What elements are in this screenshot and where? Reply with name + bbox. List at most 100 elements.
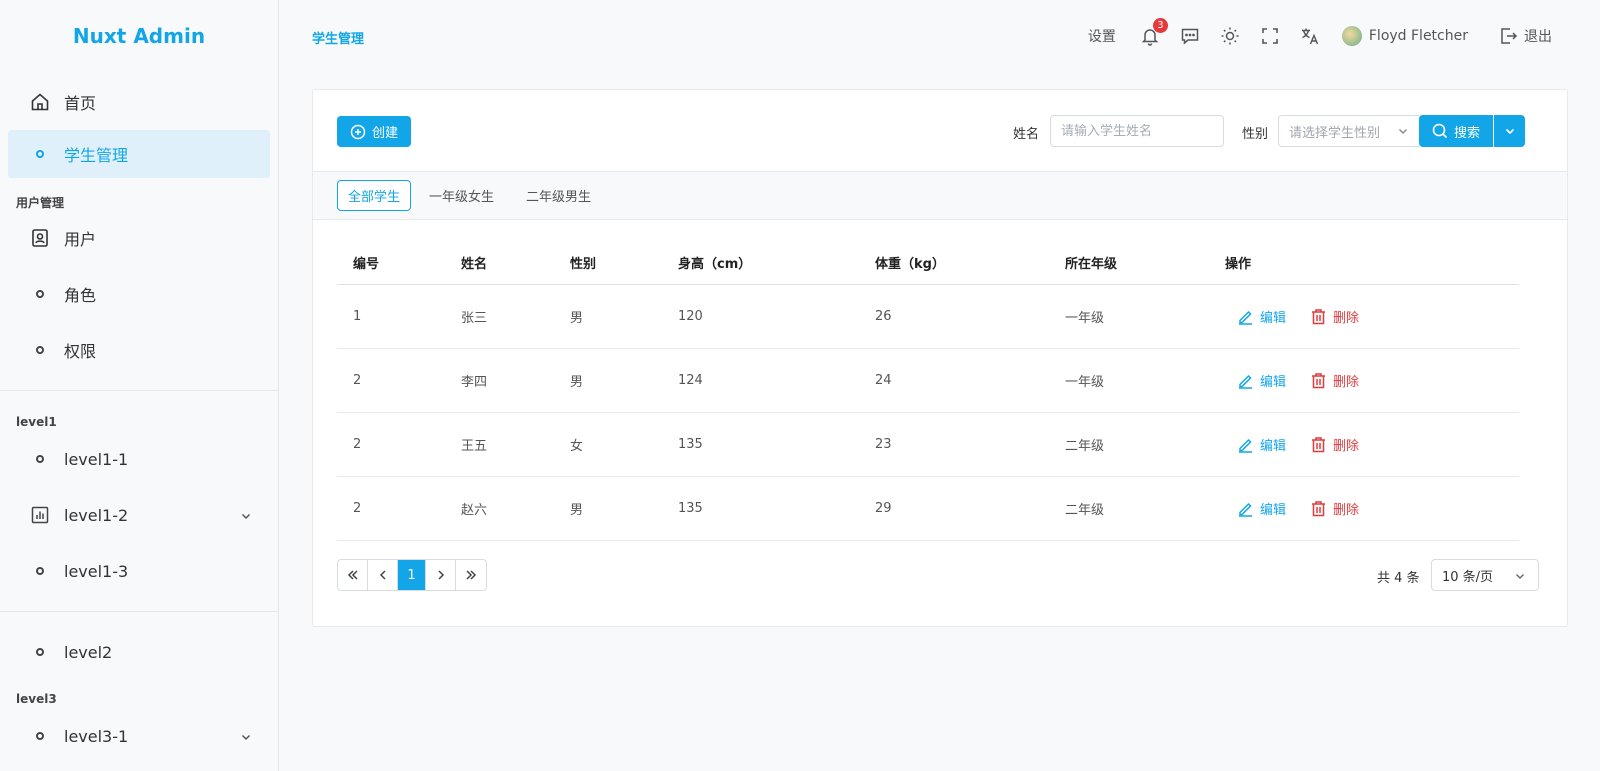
sidebar-group-title: level3 <box>16 692 57 706</box>
column-header: 身高（cm） <box>678 256 752 272</box>
create-button[interactable]: 创建 <box>337 116 411 147</box>
chevron-right-icon <box>437 570 444 580</box>
tab-grade2-boys[interactable]: 二年级男生 <box>516 180 601 211</box>
circle-icon <box>30 726 50 746</box>
tab-all-students[interactable]: 全部学生 <box>337 180 412 211</box>
user-card-icon <box>30 228 50 248</box>
fullscreen-icon <box>1262 28 1278 44</box>
language-button[interactable] <box>1300 26 1320 46</box>
logout-button[interactable]: 退出 <box>1498 26 1552 46</box>
cell-gender: 男 <box>570 503 584 518</box>
prev-page-button[interactable] <box>368 560 398 590</box>
sidebar-item-students[interactable]: 学生管理 <box>8 130 270 178</box>
cell-actions: 编辑 删除 <box>1237 413 1359 476</box>
page-button[interactable]: 1 <box>398 560 426 590</box>
chevron-down-icon <box>1505 128 1514 135</box>
translate-icon <box>1301 28 1319 45</box>
chevron-down-icon <box>1397 125 1409 141</box>
search-button[interactable]: 搜索 <box>1419 115 1493 147</box>
cell-height: 124 <box>678 373 703 388</box>
edit-button[interactable]: 编辑 <box>1237 499 1286 518</box>
chevron-down-icon <box>240 507 252 526</box>
cell-grade: 一年级 <box>1065 311 1105 326</box>
cell-id: 1 <box>353 309 362 324</box>
search-options-button[interactable] <box>1494 115 1525 147</box>
sidebar-item-roles[interactable]: 角色 <box>8 270 270 318</box>
sidebar-item-level1-2[interactable]: level1-2 <box>8 491 270 539</box>
sidebar-item-label: level1-3 <box>64 561 129 581</box>
last-page-button[interactable] <box>456 560 486 590</box>
sidebar-item-level1-3[interactable]: level1-3 <box>8 547 270 595</box>
delete-label: 删除 <box>1333 503 1360 518</box>
sidebar-item-label: 角色 <box>64 286 97 305</box>
sidebar-item-label: level2 <box>64 642 113 662</box>
sidebar: Nuxt Admin 首页 学生管理 用户管理 用户 角色 权限 level1 … <box>0 0 279 771</box>
gender-select[interactable]: 请选择学生性别 <box>1278 115 1422 147</box>
cell-height: 120 <box>678 309 703 324</box>
column-header: 姓名 <box>461 256 488 272</box>
column-header: 编号 <box>353 256 380 272</box>
page-size-select[interactable]: 10 条/页 <box>1431 559 1539 591</box>
delete-button[interactable]: 删除 <box>1310 499 1359 518</box>
edit-label: 编辑 <box>1260 311 1287 326</box>
breadcrumb[interactable]: 学生管理 <box>312 28 364 47</box>
delete-button[interactable]: 删除 <box>1310 435 1359 454</box>
edit-button[interactable]: 编辑 <box>1237 307 1286 326</box>
name-input[interactable] <box>1061 123 1213 139</box>
column-header: 操作 <box>1225 256 1252 272</box>
theme-toggle-button[interactable] <box>1220 26 1240 46</box>
delete-button[interactable]: 删除 <box>1310 371 1359 390</box>
sidebar-item-home[interactable]: 首页 <box>8 78 270 126</box>
cell-weight: 24 <box>875 373 892 388</box>
edit-button[interactable]: 编辑 <box>1237 435 1286 454</box>
circle-icon <box>30 284 50 304</box>
sidebar-item-users[interactable]: 用户 <box>8 214 270 262</box>
logout-label: 退出 <box>1524 29 1552 45</box>
cell-name: 王五 <box>461 439 488 454</box>
chevrons-right-icon <box>466 570 477 580</box>
notification-button[interactable]: 3 <box>1140 18 1168 46</box>
gender-select-placeholder: 请选择学生性别 <box>1289 125 1381 141</box>
edit-button[interactable]: 编辑 <box>1237 371 1286 390</box>
cell-actions: 编辑 删除 <box>1237 477 1359 540</box>
edit-label: 编辑 <box>1260 439 1287 454</box>
sidebar-item-level2[interactable]: level2 <box>8 628 270 676</box>
trash-icon <box>1312 437 1326 453</box>
sidebar-divider <box>0 611 279 612</box>
cell-id: 2 <box>353 437 362 452</box>
table-row: 2 李四 男 124 24 一年级 编辑 删除 <box>337 349 1519 413</box>
circle-icon <box>30 449 50 469</box>
sidebar-divider <box>0 390 279 391</box>
settings-link[interactable]: 设置 <box>1088 26 1116 46</box>
column-header: 性别 <box>570 256 597 272</box>
avatar <box>1341 26 1362 46</box>
students-card: 创建 姓名 性别 请选择学生性别 搜索 全部学生 一年级女生 二年级男生 编号 … <box>312 89 1568 627</box>
edit-label: 编辑 <box>1260 375 1287 390</box>
user-menu[interactable]: Floyd Fletcher <box>1341 26 1468 46</box>
notification-badge: 3 <box>1152 18 1168 33</box>
cell-weight: 23 <box>875 437 892 452</box>
fullscreen-button[interactable] <box>1260 26 1280 46</box>
trash-icon <box>1312 501 1326 517</box>
next-page-button[interactable] <box>426 560 456 590</box>
app-logo[interactable]: Nuxt Admin <box>0 0 278 72</box>
toolbar: 创建 姓名 性别 请选择学生性别 搜索 <box>313 90 1567 172</box>
circle-icon <box>30 561 50 581</box>
total-count: 共 4 条 <box>1377 571 1420 586</box>
table-row: 1 张三 男 120 26 一年级 编辑 删除 <box>337 285 1519 349</box>
username: Floyd Fletcher <box>1368 28 1468 44</box>
tab-grade1-girls[interactable]: 一年级女生 <box>419 180 504 211</box>
sidebar-item-permissions[interactable]: 权限 <box>8 326 270 374</box>
edit-icon <box>1239 374 1252 389</box>
trash-icon <box>1312 309 1326 325</box>
first-page-button[interactable] <box>338 560 368 590</box>
page-size-value: 10 条/页 <box>1442 569 1494 585</box>
delete-button[interactable]: 删除 <box>1310 307 1359 326</box>
sidebar-item-level3-1[interactable]: level3-1 <box>8 712 270 760</box>
sidebar-group-title: level1 <box>16 415 57 429</box>
sidebar-item-level1-1[interactable]: level1-1 <box>8 435 270 483</box>
header-actions: 设置 3 Floyd Fletcher 退出 <box>1088 0 1600 72</box>
cell-weight: 26 <box>875 309 892 324</box>
message-button[interactable] <box>1180 26 1200 46</box>
logout-icon <box>1501 28 1518 44</box>
